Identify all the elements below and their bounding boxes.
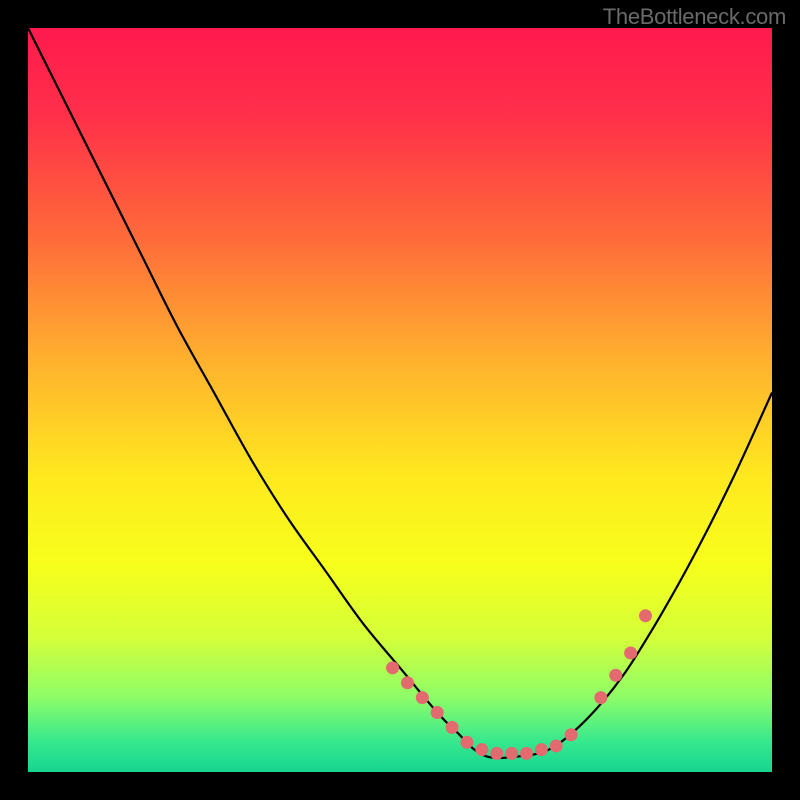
highlight-dots bbox=[386, 609, 652, 760]
marker-dot bbox=[550, 739, 563, 752]
marker-dot bbox=[520, 747, 533, 760]
marker-dot bbox=[446, 721, 459, 734]
curve-layer bbox=[28, 28, 772, 772]
marker-dot bbox=[565, 728, 578, 741]
marker-dot bbox=[401, 676, 414, 689]
marker-dot bbox=[505, 747, 518, 760]
bottleneck-curve bbox=[28, 28, 772, 758]
marker-dot bbox=[490, 747, 503, 760]
marker-dot bbox=[639, 609, 652, 622]
marker-dot bbox=[386, 661, 399, 674]
marker-dot bbox=[609, 669, 622, 682]
marker-dot bbox=[624, 646, 637, 659]
watermark-text: TheBottleneck.com bbox=[603, 4, 786, 30]
marker-dot bbox=[594, 691, 607, 704]
plot-area bbox=[28, 28, 772, 772]
marker-dot bbox=[416, 691, 429, 704]
chart-container: TheBottleneck.com bbox=[0, 0, 800, 800]
marker-dot bbox=[475, 743, 488, 756]
marker-dot bbox=[431, 706, 444, 719]
marker-dot bbox=[535, 743, 548, 756]
marker-dot bbox=[460, 736, 473, 749]
